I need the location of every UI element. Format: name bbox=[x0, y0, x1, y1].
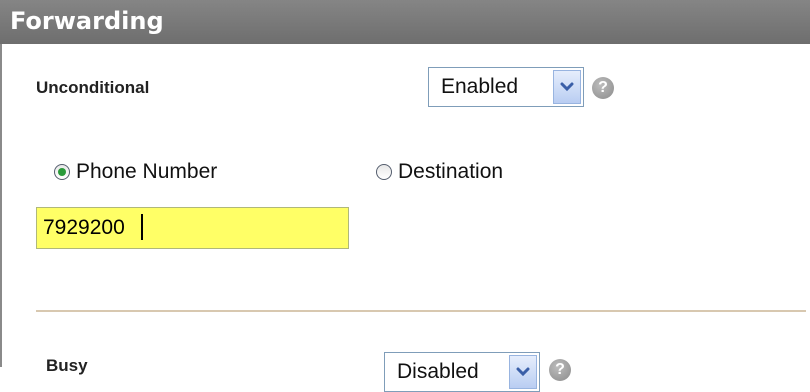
radio-destination[interactable]: Destination bbox=[376, 160, 503, 184]
unconditional-select-value: Enabled bbox=[441, 75, 519, 98]
chevron-down-icon[interactable] bbox=[553, 70, 581, 104]
busy-label: Busy bbox=[46, 356, 88, 375]
radio-phone-number-indicator[interactable] bbox=[54, 164, 70, 180]
busy-chevron-down-icon[interactable] bbox=[509, 355, 537, 389]
radio-destination-indicator[interactable] bbox=[376, 164, 392, 180]
radio-phone-number-label: Phone Number bbox=[76, 160, 218, 183]
section-divider bbox=[36, 310, 806, 312]
unconditional-select[interactable]: Enabled bbox=[428, 67, 584, 107]
phone-number-input[interactable] bbox=[36, 207, 349, 249]
radio-destination-label: Destination bbox=[398, 160, 504, 183]
busy-select[interactable]: Disabled bbox=[384, 352, 540, 392]
text-caret bbox=[141, 214, 143, 240]
section-header: Forwarding bbox=[0, 0, 810, 44]
section-title: Forwarding bbox=[10, 7, 164, 35]
busy-select-value: Disabled bbox=[397, 360, 479, 383]
help-icon[interactable]: ? bbox=[592, 77, 614, 99]
unconditional-label: Unconditional bbox=[36, 78, 150, 97]
radio-phone-number[interactable]: Phone Number bbox=[54, 160, 217, 184]
busy-help-icon[interactable]: ? bbox=[549, 359, 571, 381]
